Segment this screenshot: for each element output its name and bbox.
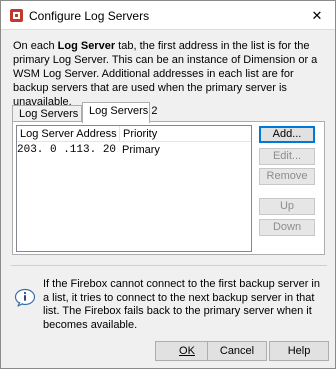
cancel-button[interactable]: Cancel <box>207 341 267 361</box>
row-address: 203. 0 .113. 20 <box>17 144 117 156</box>
app-icon <box>10 9 23 22</box>
row-priority: Primary <box>122 144 160 156</box>
up-button[interactable]: Up <box>259 198 315 215</box>
remove-button[interactable]: Remove <box>259 168 315 185</box>
ok-label: OK <box>179 345 195 357</box>
help-button[interactable]: Help <box>269 341 329 361</box>
add-button[interactable]: Add... <box>259 126 315 143</box>
cancel-label: Cancel <box>219 345 255 357</box>
tab-log-servers-2[interactable]: Log Servers 2 <box>82 102 157 123</box>
intro-bold-term: Log Server <box>57 40 116 52</box>
list-row[interactable]: 203. 0 .113. 20 Primary <box>17 143 251 158</box>
configure-log-servers-dialog: Configure Log Servers ✕ On each Log Serv… <box>0 0 336 369</box>
info-icon <box>14 288 36 307</box>
window-title: Configure Log Servers <box>29 9 150 23</box>
separator <box>11 265 327 266</box>
title-bar: Configure Log Servers ✕ <box>1 1 335 30</box>
edit-button[interactable]: Edit... <box>259 148 315 165</box>
column-header-address[interactable]: Log Server Address <box>17 126 120 142</box>
log-server-list[interactable]: Log Server Address Priority 203. 0 .113.… <box>16 125 252 252</box>
column-header-priority[interactable]: Priority <box>120 126 251 142</box>
down-button[interactable]: Down <box>259 219 315 236</box>
tab-panel-log-servers-2: Log Server Address Priority 203. 0 .113.… <box>12 121 325 255</box>
close-icon: ✕ <box>311 7 323 23</box>
info-text: If the Firebox cannot connect to the fir… <box>43 278 320 331</box>
list-header: Log Server Address Priority <box>17 126 251 142</box>
close-button[interactable]: ✕ <box>299 1 335 30</box>
help-label: Help <box>287 345 311 357</box>
intro-text: On each Log Server tab, the first addres… <box>13 40 318 108</box>
